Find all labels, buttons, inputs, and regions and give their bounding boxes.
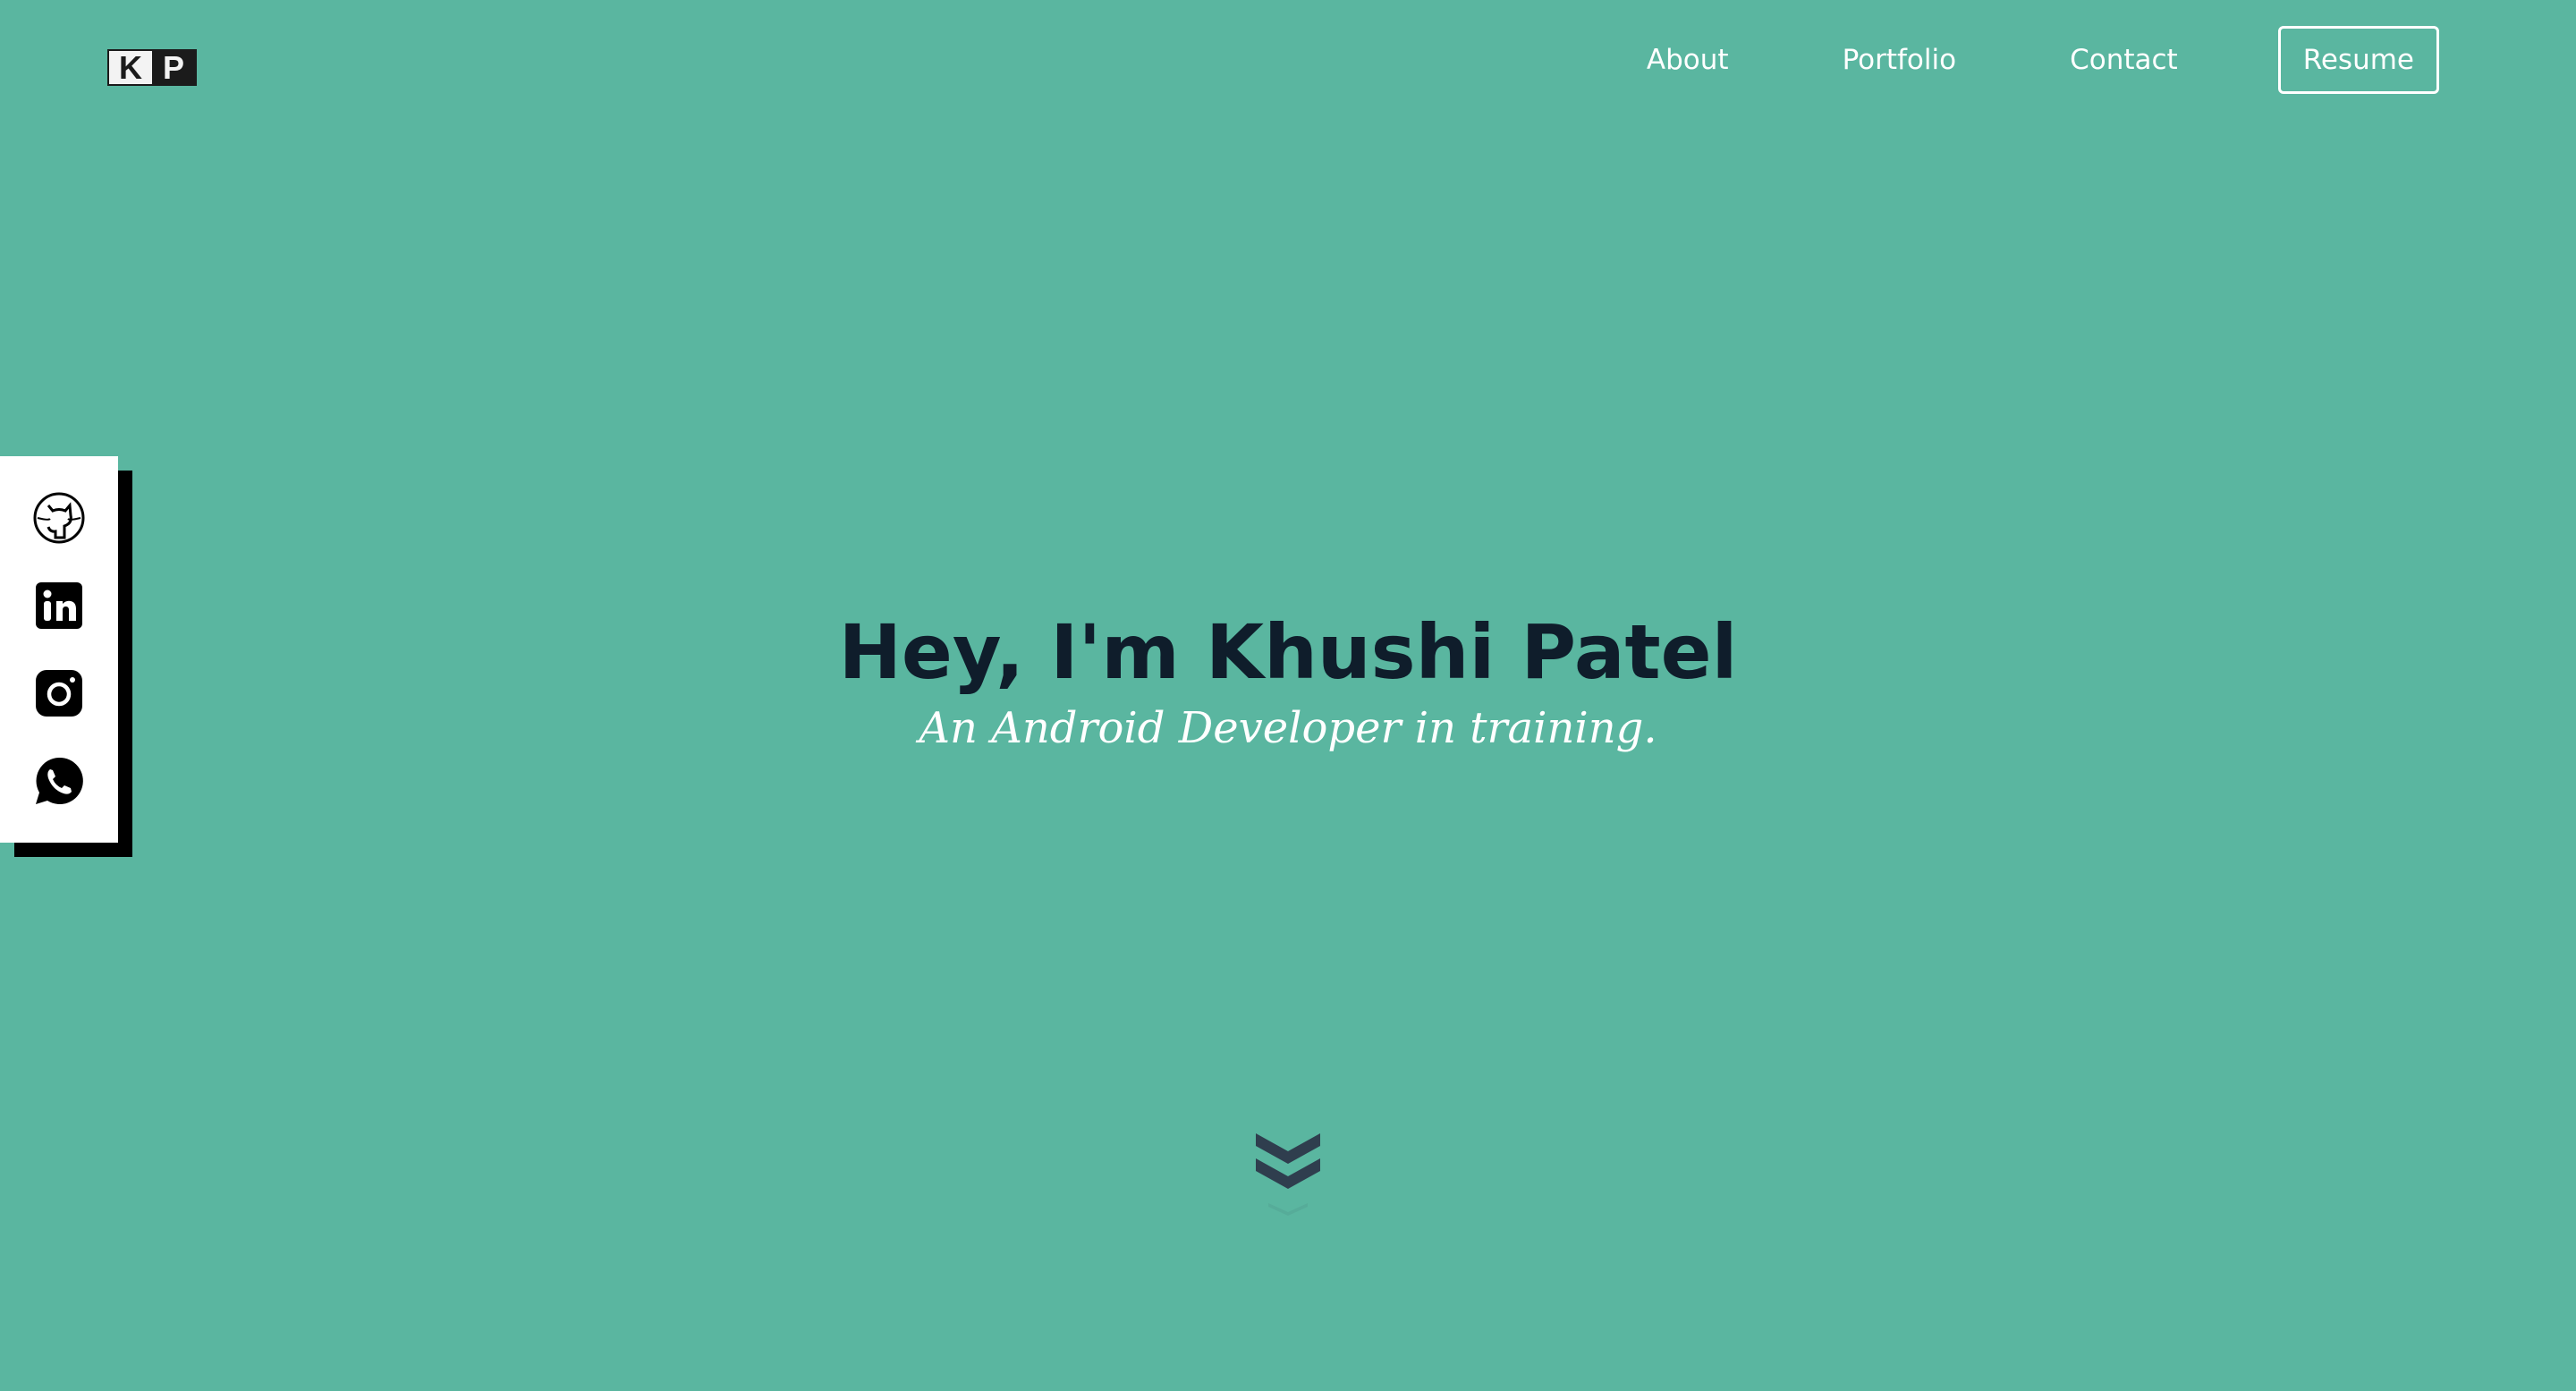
hero-subtitle: An Android Developer in training. [919,703,1657,753]
main-nav: About Portfolio Contact Resume [1533,26,2439,94]
logo[interactable]: K P [107,49,197,86]
resume-button[interactable]: Resume [2277,26,2439,94]
nav-portfolio[interactable]: Portfolio [1843,44,1957,76]
hero-title: Hey, I'm Khushi Patel [838,608,1738,696]
logo-p: P [152,51,195,84]
nav-contact[interactable]: Contact [2070,44,2178,76]
scroll-down-chevron-icon[interactable] [1256,1132,1320,1221]
nav-about[interactable]: About [1647,44,1729,76]
hero: Hey, I'm Khushi Patel An Android Develop… [0,608,2576,753]
github-icon[interactable] [32,491,86,545]
whatsapp-icon[interactable] [32,754,86,808]
logo-k: K [109,51,152,84]
